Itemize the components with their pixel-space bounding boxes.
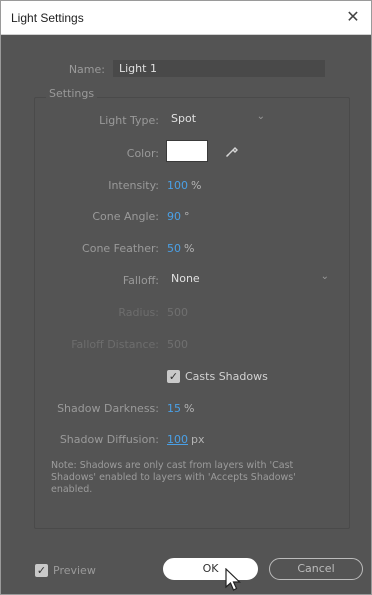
cone-feather-label: Cone Feather:: [82, 242, 159, 255]
eyedropper-icon[interactable]: [223, 143, 241, 161]
dialog-title: Light Settings: [11, 11, 84, 25]
cone-feather-unit: %: [184, 242, 195, 255]
shadow-darkness-number[interactable]: 15: [167, 402, 181, 415]
falloff-distance-value: 500: [167, 338, 188, 351]
falloff-value: None: [171, 272, 200, 285]
shadow-darkness-unit: %: [184, 402, 195, 415]
casts-shadows-label: Casts Shadows: [185, 370, 268, 383]
color-label: Color:: [126, 147, 159, 160]
light-type-dropdown[interactable]: Spot ⌄: [165, 109, 273, 129]
intensity-value[interactable]: 100%: [167, 179, 201, 192]
settings-group-title: Settings: [46, 87, 98, 100]
intensity-number[interactable]: 100: [167, 179, 188, 192]
color-swatch[interactable]: [166, 140, 208, 162]
chevron-down-icon: ⌄: [320, 271, 329, 282]
shadow-diffusion-value[interactable]: 100 px: [167, 433, 205, 446]
cone-angle-value[interactable]: 90 °: [167, 210, 190, 223]
preview-label: Preview: [53, 564, 96, 577]
cone-feather-value[interactable]: 50%: [167, 242, 194, 255]
cone-angle-unit: °: [184, 210, 190, 223]
shadow-diffusion-unit: px: [191, 433, 205, 446]
falloff-distance-label: Falloff Distance:: [71, 338, 159, 351]
name-label: Name:: [68, 63, 105, 76]
falloff-label: Falloff:: [122, 274, 159, 287]
close-icon[interactable]: ✕: [343, 7, 363, 27]
light-settings-dialog: Light Settings ✕ Name: Light 1 Settings …: [0, 0, 372, 595]
cone-feather-number[interactable]: 50: [167, 242, 181, 255]
mouse-cursor-icon: [225, 568, 241, 591]
shadow-diffusion-number[interactable]: 100: [167, 433, 188, 446]
preview-checkbox[interactable]: ✓: [35, 564, 48, 577]
light-type-label: Light Type:: [99, 114, 159, 127]
casts-shadows-checkbox[interactable]: ✓: [167, 370, 180, 383]
title-bar: Light Settings ✕: [1, 1, 371, 35]
cone-angle-label: Cone Angle:: [92, 210, 159, 223]
light-type-value: Spot: [171, 112, 197, 125]
chevron-down-icon: ⌄: [256, 111, 265, 122]
intensity-unit: %: [191, 179, 202, 192]
shadow-darkness-value[interactable]: 15%: [167, 402, 194, 415]
name-input[interactable]: Light 1: [113, 60, 325, 77]
shadow-darkness-label: Shadow Darkness:: [57, 402, 159, 415]
radius-label: Radius:: [118, 306, 159, 319]
shadows-note: Note: Shadows are only cast from layers …: [51, 460, 296, 495]
intensity-label: Intensity:: [108, 179, 159, 192]
radius-value: 500: [167, 306, 188, 319]
shadow-diffusion-label: Shadow Diffusion:: [59, 433, 159, 446]
falloff-dropdown[interactable]: None ⌄: [165, 269, 337, 289]
cancel-button[interactable]: Cancel: [269, 558, 363, 580]
cone-angle-number[interactable]: 90: [167, 210, 181, 223]
